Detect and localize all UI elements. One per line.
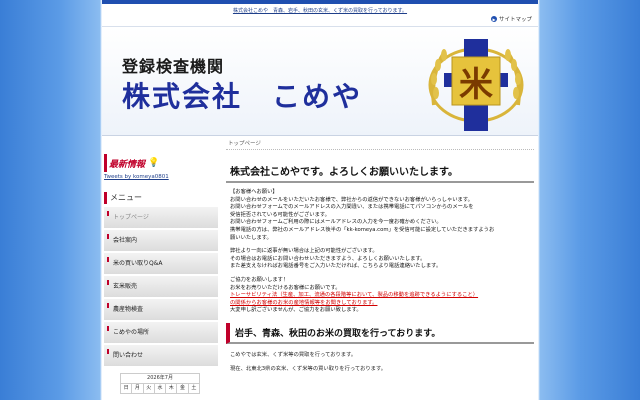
weekday-label: 木 <box>166 384 178 393</box>
reply-line: また差支えなければお電話番号をご入力いただければ、こちらより電話連絡いたします。 <box>230 263 442 270</box>
section-text: こめやでは玄米、くず米等の買取を行っております。 <box>230 351 357 358</box>
logo-character: 米 <box>459 65 493 105</box>
menu-item-location[interactable]: こめやの場所 <box>104 322 218 344</box>
company-name[interactable]: 株式会社 こめや <box>122 75 362 115</box>
page: 株式会社こめや 青森、岩手、秋田の玄米、くず米の買取を行っております。 ▶ サイ… <box>102 0 538 400</box>
reply-line: 弊社より一向に返事が無い場合は上記の可能性がございます。 <box>230 248 378 255</box>
coop-line: 大変申し訳ございませんが、ご協力をお願い致します。 <box>230 307 362 314</box>
section-heading: 岩手、青森、秋田のお米の買取を行っております。 <box>226 322 534 344</box>
calendar-weekdays: 日 月 火 水 木 金 土 <box>121 383 199 393</box>
menu-item-top[interactable]: トップページ <box>104 207 218 229</box>
menu-list: トップページ 会社案内 米の買い取りQ&A 玄米販売 農産物検査 こめやの場所 … <box>104 207 218 367</box>
sitemap-link[interactable]: ▶ サイトマップ <box>490 15 532 23</box>
header-subtitle: 登録検査機関 <box>122 57 225 76</box>
weekday-label: 日 <box>121 384 133 393</box>
calendar-title: 2026年7月 <box>147 375 173 381</box>
menu-item-inspection[interactable]: 農産物検査 <box>104 299 218 321</box>
news-section-title: 最新情報 💡 <box>104 154 218 172</box>
site-header: 登録検査機関 株式会社 こめや 米 <box>102 26 538 136</box>
weekday-label: 金 <box>177 384 189 393</box>
cooperation-block: ご協力をお願いします！ お米をお売りいただけるお客様にお願いです。 トレーサビリ… <box>226 277 534 315</box>
sitemap-label: サイトマップ <box>498 17 532 23</box>
traceability-line: トレーサビリティ法（生産、加工、流通の各段階等において、製品の移動を追跡できるよ… <box>230 292 479 299</box>
notice-line: 願いいたします。 <box>230 234 272 241</box>
section-text-red: 現在、北東北3県の玄米、くず米等の買い取りを行っております。 <box>230 365 387 372</box>
weekday-label: 月 <box>132 384 144 393</box>
notice-title: 【お客様へお願い】 <box>230 189 278 195</box>
menu-item-rice-qa[interactable]: 米の買い取りQ&A <box>104 253 218 275</box>
breadcrumb: トップページ <box>226 138 534 150</box>
menu-item-contact[interactable]: 問い合わせ <box>104 345 218 367</box>
lightbulb-icon: 💡 <box>148 158 160 168</box>
weekday-label: 水 <box>155 384 167 393</box>
notice-block: 【お客様へお願い】 お問い合わせのメールをいただいたお客様で、弊社からの返信がで… <box>226 189 534 242</box>
site-tagline[interactable]: 株式会社こめや 青森、岩手、秋田の玄米、くず米の買取を行っております。 <box>102 4 538 16</box>
menu-title: メニュー <box>104 192 218 204</box>
reply-block: 弊社より一向に返事が無い場合は上記の可能性がございます。 その場合はお電話にお問… <box>226 248 534 271</box>
notice-line: 携帯電話の方は、弊社のメールアドレス後半の「kk-komeya.com」を受信可… <box>230 226 495 233</box>
calendar: 2026年7月 日 月 火 水 木 金 土 <box>120 373 200 394</box>
notice-line: お問い合わせフォームでのメールアドレスの入力間違い、または携帯電話にてパソコンか… <box>230 204 474 211</box>
page-title: 株式会社こめやです。よろしくお願いいたします。 <box>226 160 534 183</box>
coop-line: ご協力をお願いします！ <box>230 276 289 283</box>
notice-line: お問い合わせフォームご利用の際にはメールアドレスの入力を今一度お確かめください。 <box>230 219 442 226</box>
weekday-label: 土 <box>191 385 197 391</box>
sidebar: 最新情報 💡 Tweets by komeya0801 メニュー トップページ … <box>104 138 218 400</box>
main-content: トップページ 株式会社こめやです。よろしくお願いいたします。 【お客様へお願い】… <box>226 138 534 400</box>
weekday-label: 火 <box>144 384 155 393</box>
tweets-link[interactable]: Tweets by komeya0801 <box>104 174 218 180</box>
news-title-text: 最新情報 <box>109 159 146 170</box>
company-logo: 米 <box>428 39 524 131</box>
arrow-right-icon: ▶ <box>490 16 497 22</box>
menu-item-brown-rice-sales[interactable]: 玄米販売 <box>104 276 218 298</box>
coop-line: お米をお売りいただけるお客様にお願いです。 <box>230 284 341 291</box>
menu-item-company[interactable]: 会社案内 <box>104 230 218 252</box>
